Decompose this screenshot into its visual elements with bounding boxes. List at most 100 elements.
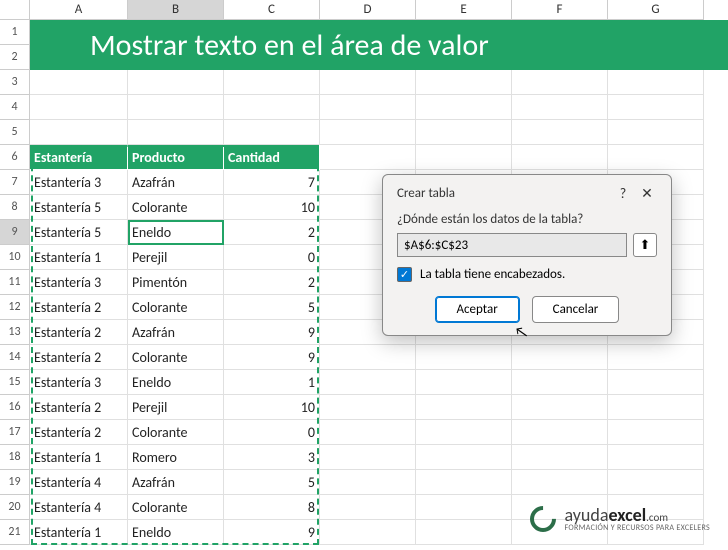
data-cell[interactable]: Azafrán: [128, 470, 224, 495]
data-cell[interactable]: [320, 445, 416, 470]
col-header-A[interactable]: A: [30, 0, 128, 20]
data-cell[interactable]: 5: [224, 295, 320, 320]
col-header-B[interactable]: B: [128, 0, 224, 20]
col-header-D[interactable]: D: [320, 0, 416, 20]
data-cell[interactable]: [608, 445, 704, 470]
data-cell[interactable]: Estantería 2: [30, 320, 128, 345]
row-header[interactable]: 12: [0, 295, 30, 320]
row-header[interactable]: 20: [0, 495, 30, 520]
header-cell[interactable]: [512, 145, 608, 170]
data-cell[interactable]: [608, 345, 704, 370]
data-cell[interactable]: [512, 420, 608, 445]
data-cell[interactable]: Perejil: [128, 395, 224, 420]
data-cell[interactable]: Azafrán: [128, 170, 224, 195]
data-cell[interactable]: [416, 70, 512, 95]
data-cell[interactable]: 2: [224, 270, 320, 295]
data-cell[interactable]: [320, 520, 416, 545]
data-cell[interactable]: [416, 470, 512, 495]
data-cell[interactable]: 5: [224, 470, 320, 495]
data-cell[interactable]: [416, 520, 512, 545]
data-cell[interactable]: Estantería 1: [30, 520, 128, 545]
data-cell[interactable]: [608, 420, 704, 445]
data-cell[interactable]: 1: [224, 370, 320, 395]
data-cell[interactable]: Colorante: [128, 495, 224, 520]
data-cell[interactable]: Estantería 2: [30, 420, 128, 445]
data-cell[interactable]: Estantería 2: [30, 395, 128, 420]
data-cell[interactable]: 9: [224, 345, 320, 370]
data-cell[interactable]: Pimentón: [128, 270, 224, 295]
data-cell[interactable]: [416, 420, 512, 445]
range-input[interactable]: [397, 233, 627, 257]
data-cell[interactable]: [416, 495, 512, 520]
data-cell[interactable]: Estantería 2: [30, 295, 128, 320]
data-cell[interactable]: Estantería 3: [30, 170, 128, 195]
row-header[interactable]: 17: [0, 420, 30, 445]
close-icon[interactable]: ✕: [635, 185, 659, 202]
data-cell[interactable]: [224, 95, 320, 120]
data-cell[interactable]: [128, 120, 224, 145]
data-cell[interactable]: [320, 395, 416, 420]
data-cell[interactable]: Azafrán: [128, 320, 224, 345]
row-header[interactable]: 13: [0, 320, 30, 345]
data-cell[interactable]: Estantería 4: [30, 495, 128, 520]
data-cell[interactable]: 2: [224, 220, 320, 245]
row-header[interactable]: 3: [0, 70, 30, 95]
data-cell[interactable]: [416, 95, 512, 120]
row-header[interactable]: 19: [0, 470, 30, 495]
header-cell[interactable]: Producto: [128, 145, 224, 170]
data-cell[interactable]: [320, 420, 416, 445]
data-cell[interactable]: [320, 95, 416, 120]
data-cell[interactable]: [512, 95, 608, 120]
data-cell[interactable]: [416, 395, 512, 420]
data-cell[interactable]: 0: [224, 420, 320, 445]
data-cell[interactable]: [416, 345, 512, 370]
data-cell[interactable]: Colorante: [128, 345, 224, 370]
data-cell[interactable]: [30, 70, 128, 95]
row-header[interactable]: 7: [0, 170, 30, 195]
data-cell[interactable]: [608, 395, 704, 420]
row-header[interactable]: 21: [0, 520, 30, 545]
data-cell[interactable]: Colorante: [128, 295, 224, 320]
row-header[interactable]: 8: [0, 195, 30, 220]
data-cell[interactable]: 9: [224, 520, 320, 545]
row-header[interactable]: 6: [0, 145, 30, 170]
data-cell[interactable]: Estantería 3: [30, 270, 128, 295]
data-cell[interactable]: Estantería 1: [30, 245, 128, 270]
select-all-corner[interactable]: [0, 0, 30, 20]
data-cell[interactable]: Eneldo: [128, 220, 224, 245]
data-cell[interactable]: Perejil: [128, 245, 224, 270]
data-cell[interactable]: Colorante: [128, 420, 224, 445]
data-cell[interactable]: Eneldo: [128, 370, 224, 395]
data-cell[interactable]: [30, 120, 128, 145]
header-cell[interactable]: [608, 145, 704, 170]
header-cell[interactable]: [320, 145, 416, 170]
data-cell[interactable]: [512, 70, 608, 95]
header-cell[interactable]: Estantería: [30, 145, 128, 170]
data-cell[interactable]: [320, 120, 416, 145]
header-cell[interactable]: [416, 145, 512, 170]
data-cell[interactable]: [320, 345, 416, 370]
data-cell[interactable]: [416, 370, 512, 395]
data-cell[interactable]: [416, 120, 512, 145]
row-header[interactable]: 15: [0, 370, 30, 395]
row-header[interactable]: 2: [0, 45, 30, 70]
col-header-F[interactable]: F: [512, 0, 608, 20]
data-cell[interactable]: [512, 395, 608, 420]
data-cell[interactable]: [224, 70, 320, 95]
col-header-E[interactable]: E: [416, 0, 512, 20]
data-cell[interactable]: [320, 70, 416, 95]
data-cell[interactable]: [512, 470, 608, 495]
accept-button[interactable]: Aceptar: [435, 296, 520, 323]
data-cell[interactable]: Estantería 3: [30, 370, 128, 395]
data-cell[interactable]: Estantería 5: [30, 195, 128, 220]
data-cell[interactable]: Estantería 4: [30, 470, 128, 495]
help-icon[interactable]: ?: [611, 185, 635, 202]
data-cell[interactable]: [608, 470, 704, 495]
row-header[interactable]: 4: [0, 95, 30, 120]
data-cell[interactable]: Romero: [128, 445, 224, 470]
headers-checkbox[interactable]: ✓: [397, 267, 412, 282]
row-header[interactable]: 1: [0, 20, 30, 45]
col-header-G[interactable]: G: [608, 0, 704, 20]
row-header[interactable]: 10: [0, 245, 30, 270]
row-header[interactable]: 14: [0, 345, 30, 370]
